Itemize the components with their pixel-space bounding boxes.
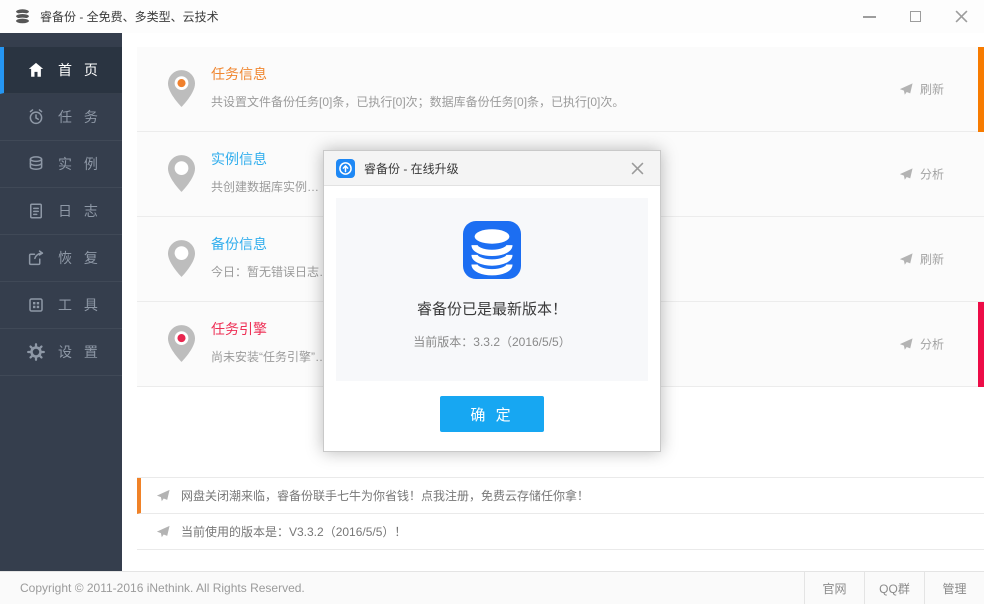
notice-promo[interactable]: 网盘关闭潮来临，睿备份联手七牛为你省钱！点我注册，免费云存储任你拿！ xyxy=(137,478,984,514)
footer-links: 官网 QQ群 管理 xyxy=(804,572,984,604)
database-app-icon xyxy=(463,221,521,279)
row-subtitle: 共创建数据库实例… xyxy=(211,180,320,194)
map-pin-icon xyxy=(168,155,195,192)
titlebar: 睿备份 - 全免费、多类型、云技术 xyxy=(0,0,984,33)
row-title: 任务信息 xyxy=(211,66,267,82)
dialog-version-line: 当前版本：3.3.2（2016/5/5） xyxy=(413,335,571,349)
action-label: 分析 xyxy=(919,167,944,182)
dialog-close-button[interactable] xyxy=(626,157,648,179)
app-window: 睿备份 - 全免费、多类型、云技术 首 页 任 务 实 例 日 志 恢 复 工 … xyxy=(0,0,984,604)
dialog-panel: 睿备份已是最新版本！ 当前版本：3.3.2（2016/5/5） xyxy=(336,198,648,381)
paper-plane-icon xyxy=(899,252,913,266)
upgrade-dialog: 睿备份 - 在线升级 睿备份已是最新版本！ 当前版本：3.3.2（2016/5/… xyxy=(323,150,661,452)
copyright-text: Copyright © 2011-2016 iNethink. All Righ… xyxy=(20,581,305,595)
notice-text: 当前使用的版本是：V3.3.2（2016/5/5）！ xyxy=(181,525,407,539)
sidebar-item-label: 设 置 xyxy=(58,344,102,360)
sidebar-item-label: 任 务 xyxy=(58,109,102,125)
refresh-action[interactable]: 刷新 xyxy=(899,81,944,98)
app-title: 睿备份 - 全免费、多类型、云技术 xyxy=(40,10,219,24)
log-document-icon xyxy=(27,202,45,220)
row-accent-bar xyxy=(978,47,984,132)
row-title: 任务引擎 xyxy=(211,321,267,337)
row-accent-bar xyxy=(978,132,984,217)
window-controls xyxy=(846,0,984,33)
sidebar-item-label: 实 例 xyxy=(58,156,102,172)
sidebar-item-tasks[interactable]: 任 务 xyxy=(0,94,122,141)
dialog-message: 睿备份已是最新版本！ xyxy=(416,301,567,318)
action-label: 刷新 xyxy=(919,82,944,97)
sidebar-item-instances[interactable]: 实 例 xyxy=(0,141,122,188)
upgrade-arrow-icon xyxy=(336,158,355,178)
row-title: 实例信息 xyxy=(211,151,267,167)
paper-plane-icon xyxy=(899,82,913,96)
row-subtitle: 共设置文件备份任务[0]条，已执行[0]次；数据库备份任务[0]条，已执行[0]… xyxy=(211,95,625,109)
database-icon xyxy=(27,155,45,173)
sidebar-item-tools[interactable]: 工 具 xyxy=(0,282,122,329)
sidebar-item-label: 日 志 xyxy=(58,203,102,219)
dialog-titlebar: 睿备份 - 在线升级 xyxy=(324,151,660,186)
paper-plane-icon xyxy=(899,167,913,181)
action-label: 分析 xyxy=(919,337,944,352)
row-text: 实例信息 共创建数据库实例… xyxy=(211,149,319,195)
row-accent-bar xyxy=(978,302,984,387)
row-subtitle: 今日：暂无错误日志… xyxy=(211,265,332,279)
close-icon xyxy=(631,162,643,174)
row-text: 任务信息 共设置文件备份任务[0]条，已执行[0]次；数据库备份任务[0]条，已… xyxy=(211,64,624,110)
row-subtitle: 尚未安装“任务引擎”…！ xyxy=(211,350,339,364)
sidebar-item-label: 恢 复 xyxy=(58,250,102,266)
row-title: 备份信息 xyxy=(211,236,267,252)
sidebar-item-restore[interactable]: 恢 复 xyxy=(0,235,122,282)
dialog-body: 睿备份已是最新版本！ 当前版本：3.3.2（2016/5/5） 确 定 xyxy=(324,198,660,432)
dialog-title: 睿备份 - 在线升级 xyxy=(364,161,459,176)
row-text: 任务引擎 尚未安装“任务引擎”…！ xyxy=(211,319,339,365)
map-pin-icon xyxy=(168,70,195,107)
home-icon xyxy=(27,61,45,79)
sidebar-item-logs[interactable]: 日 志 xyxy=(0,188,122,235)
analyze-action[interactable]: 分析 xyxy=(899,166,944,183)
alarm-clock-icon xyxy=(27,108,45,126)
close-button[interactable] xyxy=(938,0,984,33)
sidebar-item-label: 首 页 xyxy=(58,62,102,78)
tools-grid-icon xyxy=(27,296,45,314)
sidebar-item-label: 工 具 xyxy=(58,297,102,313)
row-text: 备份信息 今日：暂无错误日志… xyxy=(211,234,331,280)
analyze-action[interactable]: 分析 xyxy=(899,336,944,353)
sidebar-item-home[interactable]: 首 页 xyxy=(0,47,122,94)
gear-icon xyxy=(27,343,45,361)
footer: Copyright © 2011-2016 iNethink. All Righ… xyxy=(0,571,984,604)
ok-button[interactable]: 确 定 xyxy=(440,396,544,432)
action-label: 刷新 xyxy=(919,252,944,267)
close-icon xyxy=(955,10,967,23)
notice-version[interactable]: 当前使用的版本是：V3.3.2（2016/5/5）！ xyxy=(137,514,984,550)
notice-list: 网盘关闭潮来临，睿备份联手七牛为你省钱！点我注册，免费云存储任你拿！ 当前使用的… xyxy=(137,477,984,550)
maximize-button[interactable] xyxy=(892,0,938,33)
row-task-info: 任务信息 共设置文件备份任务[0]条，已执行[0]次；数据库备份任务[0]条，已… xyxy=(137,47,984,132)
paper-plane-icon xyxy=(156,489,170,503)
paper-plane-icon xyxy=(899,337,913,351)
row-accent-bar xyxy=(978,217,984,302)
footer-link-qq-group[interactable]: QQ群 xyxy=(864,572,924,604)
footer-link-official-site[interactable]: 官网 xyxy=(804,572,864,604)
minimize-icon xyxy=(862,15,876,18)
map-pin-icon xyxy=(168,325,195,362)
paper-plane-icon xyxy=(156,525,170,539)
minimize-button[interactable] xyxy=(846,0,892,33)
sidebar-item-settings[interactable]: 设 置 xyxy=(0,329,122,376)
footer-link-admin[interactable]: 管理 xyxy=(924,572,984,604)
app-logo-database-stack-icon xyxy=(14,8,31,25)
map-pin-icon xyxy=(168,240,195,277)
restore-share-icon xyxy=(27,249,45,267)
notice-text: 网盘关闭潮来临，睿备份联手七牛为你省钱！点我注册，免费云存储任你拿！ xyxy=(181,489,590,503)
refresh-action[interactable]: 刷新 xyxy=(899,251,944,268)
maximize-icon xyxy=(909,11,921,22)
sidebar: 首 页 任 务 实 例 日 志 恢 复 工 具 设 置 xyxy=(0,33,122,571)
